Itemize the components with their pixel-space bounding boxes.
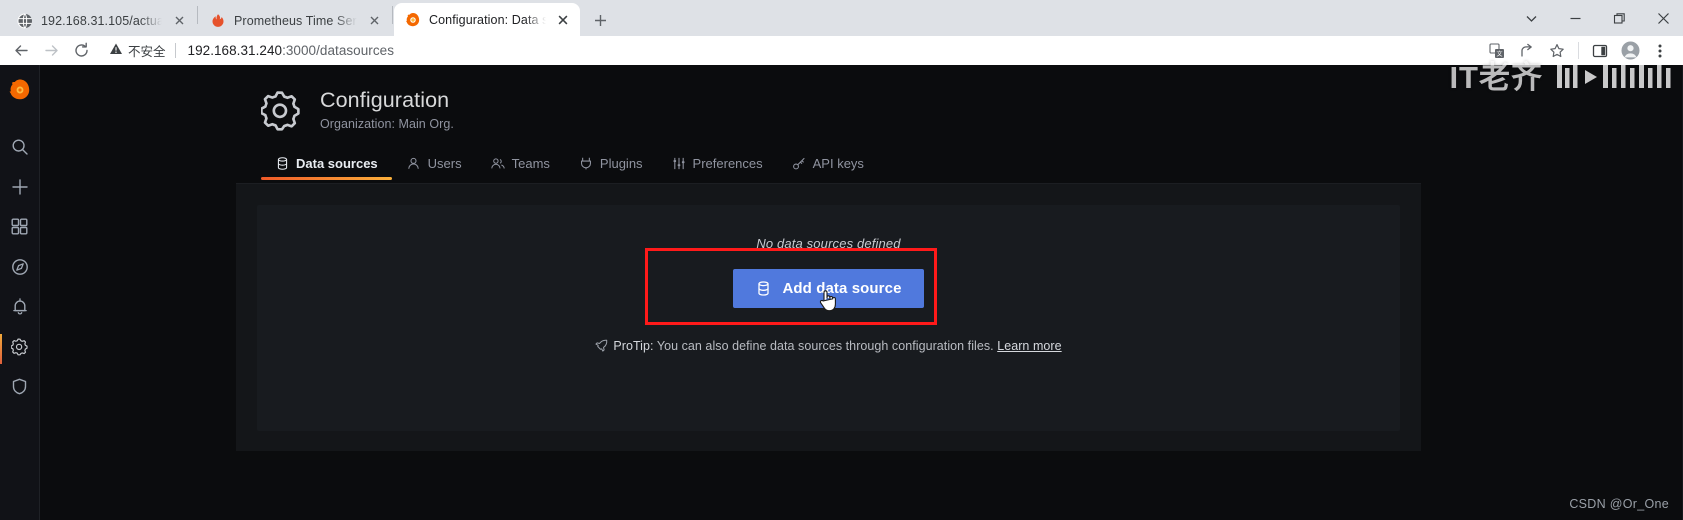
- bookmark-star-icon[interactable]: [1544, 38, 1570, 64]
- sidebar-item-create[interactable]: [0, 169, 40, 209]
- plug-icon: [579, 157, 593, 171]
- url-path: :3000/datasources: [282, 43, 394, 58]
- chevron-down-icon[interactable]: [1521, 8, 1541, 28]
- new-tab-button[interactable]: [586, 6, 614, 34]
- empty-state-message: No data sources defined: [756, 236, 901, 251]
- tab-data-sources-label: Data sources: [296, 156, 378, 171]
- profile-icon[interactable]: [1617, 38, 1643, 64]
- empty-state-card: No data sources defined Add data source: [257, 205, 1400, 431]
- protip-learn-more-link[interactable]: Learn more: [997, 339, 1061, 353]
- sidebar-item-search[interactable]: [0, 129, 40, 169]
- add-data-source-wrap: Add data source: [257, 269, 1400, 308]
- database-icon: [275, 157, 289, 171]
- grafana-sidebar: [0, 65, 40, 520]
- browser-tab-2[interactable]: Prometheus Time Series Colle: [199, 5, 391, 36]
- translate-icon[interactable]: 文: [1484, 38, 1510, 64]
- tab-plugins-label: Plugins: [599, 156, 643, 171]
- gear-icon: [10, 337, 29, 361]
- shield-icon: [11, 378, 28, 400]
- browser-tab-3-close-icon[interactable]: [554, 11, 572, 29]
- grafana-logo-icon[interactable]: [0, 69, 40, 111]
- search-icon: [11, 138, 29, 161]
- address-bar[interactable]: 不安全 192.168.31.240:3000/datasources: [98, 38, 1481, 64]
- sidebar-item-server-admin[interactable]: [0, 369, 40, 409]
- protip-row: ProTip: You can also define data sources…: [257, 339, 1400, 355]
- rocket-icon: [595, 339, 608, 355]
- grafana-icon: [405, 12, 421, 28]
- browser-tab-1-close-icon[interactable]: [170, 12, 188, 30]
- configuration-tabs: Data sources Users Teams Plugins Prefere…: [261, 153, 1480, 183]
- grafana-main-content: Configuration Organization: Main Org. Da…: [40, 65, 1683, 520]
- add-data-source-button-label: Add data source: [782, 280, 902, 297]
- tab-preferences[interactable]: Preferences: [658, 156, 777, 180]
- toolbar-divider: [1578, 42, 1579, 59]
- share-icon[interactable]: [1514, 38, 1540, 64]
- tab-api-keys[interactable]: API keys: [778, 156, 878, 180]
- reload-icon[interactable]: [68, 38, 95, 64]
- browser-tab-1-title: 192.168.31.105/actuator/prom: [41, 13, 162, 28]
- window-controls: [1521, 0, 1683, 36]
- bell-icon: [11, 297, 29, 321]
- page-header-text: Configuration Organization: Main Org.: [320, 88, 454, 131]
- users-icon: [490, 157, 505, 171]
- empty-state-message-wrap: No data sources defined: [257, 236, 1400, 251]
- screenshot-root: 192.168.31.105/actuator/prom Prometheus …: [0, 0, 1683, 520]
- maximize-icon[interactable]: [1609, 8, 1629, 28]
- svg-text:文: 文: [1496, 50, 1502, 58]
- grafana-app: Configuration Organization: Main Org. Da…: [0, 65, 1683, 520]
- tab-separator-2: [392, 6, 393, 24]
- toolbar-right-icons: 文: [1484, 38, 1675, 64]
- browser-tab-3-title: Configuration: Data sources -: [429, 12, 546, 27]
- warning-triangle-icon: [109, 42, 123, 59]
- site-security-status[interactable]: 不安全: [109, 41, 166, 60]
- prometheus-icon: [210, 13, 226, 29]
- page-title: Configuration: [320, 88, 450, 112]
- compass-icon: [11, 258, 29, 281]
- url-host: 192.168.31.240: [187, 43, 283, 58]
- plus-icon: [11, 178, 29, 201]
- tab-teams[interactable]: Teams: [477, 156, 564, 180]
- tab-api-keys-label: API keys: [812, 156, 864, 171]
- user-icon: [407, 157, 421, 171]
- browser-tab-2-title: Prometheus Time Series Colle: [234, 13, 357, 28]
- tab-users-label: Users: [427, 156, 462, 171]
- page-header: Configuration Organization: Main Org.: [215, 65, 1480, 132]
- dashboards-grid-icon: [11, 218, 28, 240]
- datasources-panel: No data sources defined Add data source: [236, 183, 1421, 451]
- sidebar-item-explore[interactable]: [0, 249, 40, 289]
- database-icon: [755, 281, 771, 297]
- sidebar-item-dashboards[interactable]: [0, 209, 40, 249]
- sidepanel-icon[interactable]: [1587, 38, 1613, 64]
- close-icon[interactable]: [1653, 8, 1673, 28]
- tab-plugins[interactable]: Plugins: [565, 156, 657, 180]
- browser-tab-1[interactable]: 192.168.31.105/actuator/prom: [6, 5, 196, 36]
- key-icon: [792, 157, 806, 171]
- browser-toolbar: 不安全 192.168.31.240:3000/datasources 文: [0, 36, 1683, 65]
- browser-tab-3[interactable]: Configuration: Data sources -: [394, 3, 580, 36]
- sidebar-item-alerting[interactable]: [0, 289, 40, 329]
- browser-tab-strip: 192.168.31.105/actuator/prom Prometheus …: [0, 0, 1683, 36]
- security-label: 不安全: [128, 45, 166, 59]
- tab-data-sources[interactable]: Data sources: [261, 156, 392, 180]
- protip-prefix: ProTip:: [613, 339, 654, 353]
- forward-arrow-icon: [38, 38, 65, 64]
- more-menu-icon[interactable]: [1647, 38, 1673, 64]
- tab-teams-label: Teams: [511, 156, 550, 171]
- browser-tab-2-close-icon[interactable]: [365, 12, 383, 30]
- tab-preferences-label: Preferences: [692, 156, 763, 171]
- sidebar-item-configuration[interactable]: [0, 329, 40, 369]
- tab-users[interactable]: Users: [393, 156, 476, 180]
- tab-separator-1: [197, 6, 198, 24]
- gear-icon: [260, 90, 303, 132]
- protip-text: You can also define data sources through…: [656, 339, 994, 353]
- page-subtitle: Organization: Main Org.: [320, 117, 454, 131]
- configuration-page: Configuration Organization: Main Org. Da…: [215, 65, 1480, 451]
- globe-icon: [17, 13, 33, 29]
- url-text: 192.168.31.240:3000/datasources: [188, 43, 394, 58]
- add-data-source-button[interactable]: Add data source: [733, 269, 924, 308]
- omnibox-divider: [174, 43, 176, 58]
- minimize-icon[interactable]: [1565, 8, 1585, 28]
- sliders-icon: [672, 157, 686, 171]
- back-arrow-icon[interactable]: [8, 38, 35, 64]
